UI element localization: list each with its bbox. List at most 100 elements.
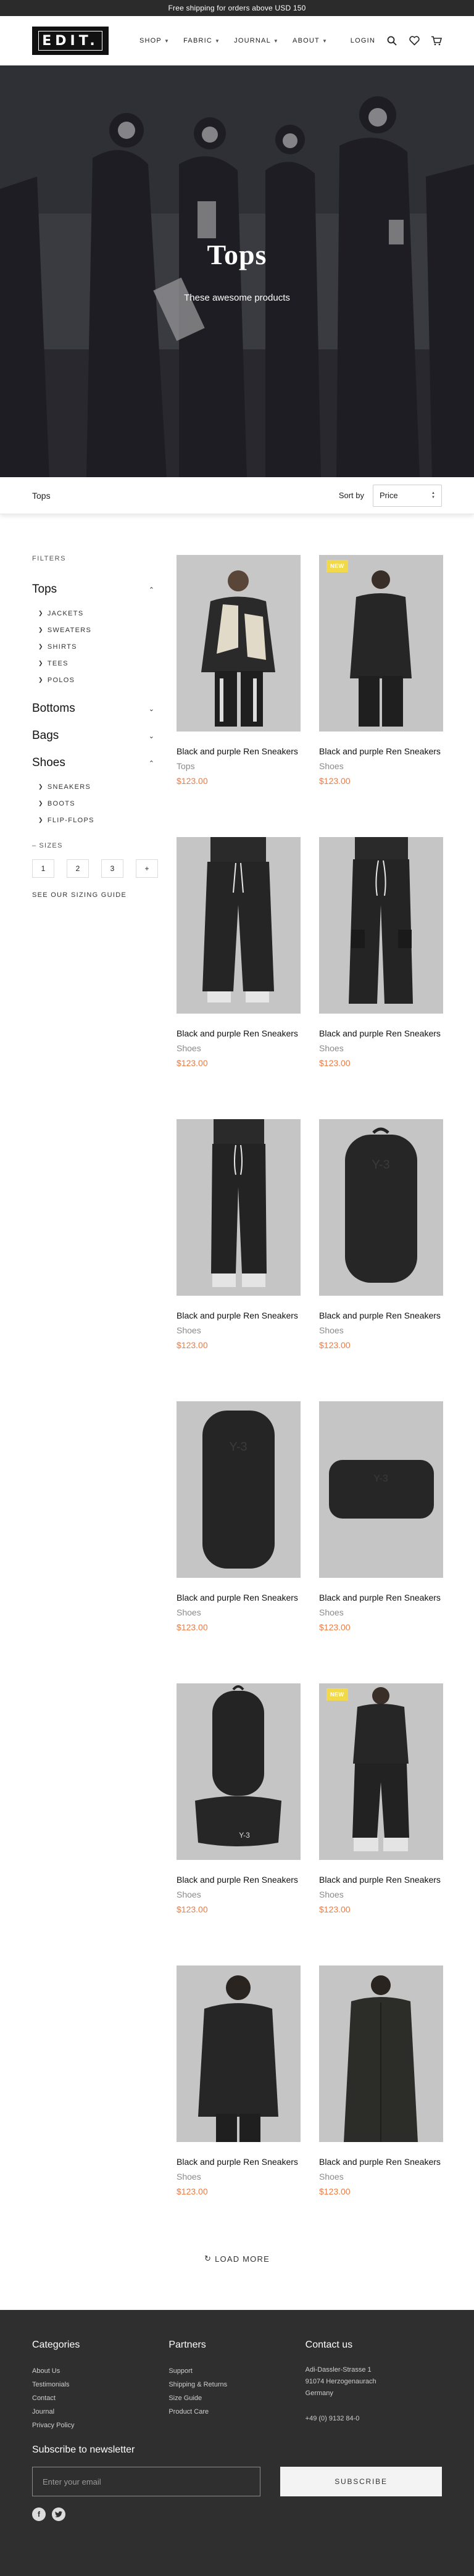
category-toggle[interactable]: Bottoms ⌄ [32,702,154,715]
footer-link[interactable]: Product Care [168,2405,305,2419]
chevron-right-icon: ❯ [38,660,44,666]
sizes-toggle[interactable]: – SIZES [32,842,173,849]
product-name[interactable]: Black and purple Ren Sneakers [177,1590,301,1605]
load-more-label: LOAD MORE [215,2254,270,2264]
product-name[interactable]: Black and purple Ren Sneakers [319,744,443,759]
category-toggle[interactable]: Bags ⌄ [32,729,154,743]
footer-link[interactable]: Support [168,2364,305,2378]
subcategory-jackets[interactable]: ❯ JACKETS [32,605,173,622]
track-pants-model-image [319,1683,443,1860]
address-line: Germany [305,2390,333,2397]
site-header: EDIT. SHOP ▼ FABRIC ▼ JOURNAL ▼ ABOUT ▼ LOGI… [0,16,474,65]
subcategory-boots[interactable]: ❯ BOOTS [32,795,173,812]
category-toggle[interactable]: Tops ⌃ [32,583,154,596]
sort-select[interactable]: Price ▲ ▼ [373,484,442,507]
product-name[interactable]: Black and purple Ren Sneakers [319,2154,443,2169]
login-link[interactable]: LOGIN [351,37,375,44]
product-name[interactable]: Black and purple Ren Sneakers [177,1308,301,1323]
size-option[interactable]: 2 [67,859,89,878]
product-name[interactable]: Black and purple Ren Sneakers [319,1308,443,1323]
address-line: 91074 Herzogenaurach [305,2378,376,2385]
backpack-image: Y-3 [319,1119,443,1296]
product-card: Black and purple Ren Sneakers Tops $123.… [177,555,301,837]
product-image[interactable] [177,1119,301,1296]
sizes-label: SIZES [39,842,63,849]
minus-icon: – [32,842,37,849]
subcategory-sneakers[interactable]: ❯ SNEAKERS [32,778,173,795]
subscribe-button[interactable]: SUBSCRIBE [280,2467,442,2496]
footer-link[interactable]: Shipping & Returns [168,2378,305,2391]
product-image[interactable]: NEW [319,1683,443,1860]
email-input[interactable] [32,2467,260,2496]
footer-link[interactable]: Testimonials [32,2378,168,2391]
site-footer: Categories About Us Testimonials Contact… [0,2310,474,2576]
product-name[interactable]: Black and purple Ren Sneakers [177,1026,301,1041]
product-card: Black and purple Ren Sneakers Shoes $123… [177,1119,301,1401]
subcategory-list: ❯ JACKETS ❯ SWEATERS ❯ SHIRTS ❯ TEES ❯ POLOS [32,605,173,688]
subcategory-sweaters[interactable]: ❯ SWEATERS [32,622,173,638]
footer-link[interactable]: About Us [32,2364,168,2378]
heart-icon[interactable] [409,35,420,46]
product-image[interactable]: Y-3 [319,1119,443,1296]
chevron-down-icon: ▼ [322,38,328,44]
nav-shop[interactable]: SHOP ▼ [139,37,170,44]
backpack-tall-image: Y-3 [177,1401,301,1578]
logo[interactable]: EDIT. [32,27,109,55]
facebook-icon[interactable]: f [32,2507,46,2521]
sort-control: Sort by Price ▲ ▼ [339,484,442,507]
product-image[interactable]: Y-3 [177,1401,301,1578]
product-name[interactable]: Black and purple Ren Sneakers [319,1026,443,1041]
footer-link[interactable]: Privacy Policy [32,2419,168,2432]
category-tops: Tops ⌃ ❯ JACKETS ❯ SWEATERS ❯ SHIRTS ❯ TEES … [32,583,173,688]
product-price: $123.00 [319,1340,351,1350]
subcategory-tees[interactable]: ❯ TEES [32,655,173,672]
product-name[interactable]: Black and purple Ren Sneakers [177,1872,301,1887]
product-image[interactable]: NEW [319,555,443,732]
newsletter-form: SUBSCRIBE [32,2467,442,2496]
load-more-button[interactable]: ↻ LOAD MORE [0,2254,474,2264]
nav-journal[interactable]: JOURNAL ▼ [234,37,279,44]
footer-link[interactable]: Size Guide [168,2391,305,2405]
product-image[interactable]: Y-3 [319,1401,443,1578]
product-grid: Black and purple Ren Sneakers Tops $123.… [177,555,443,2248]
size-option[interactable]: 1 [32,859,54,878]
size-option[interactable]: + [136,859,158,878]
subcategory-flip-flops[interactable]: ❯ FLIP-FLOPS [32,812,173,828]
twitter-icon[interactable] [52,2507,65,2521]
footer-link[interactable]: Contact [32,2391,168,2405]
category-shoes: Shoes ⌃ ❯ SNEAKERS ❯ BOOTS ❯ FLIP-FLOPS [32,756,173,828]
product-price: $123.00 [319,776,351,786]
product-name[interactable]: Black and purple Ren Sneakers [319,1590,443,1605]
subcategory-polos[interactable]: ❯ POLOS [32,672,173,688]
chevron-right-icon: ❯ [38,643,44,649]
product-price: $123.00 [319,2186,351,2196]
category-toggle[interactable]: Shoes ⌃ [32,756,154,770]
product-image[interactable]: Y-3 [177,1683,301,1860]
size-option[interactable]: 3 [101,859,123,878]
nav-fabric[interactable]: FABRIC ▼ [183,37,220,44]
search-icon[interactable] [386,35,397,46]
product-image[interactable] [177,1965,301,2142]
logo-text: EDIT. [38,31,102,51]
subcategory-shirts[interactable]: ❯ SHIRTS [32,638,173,655]
nav-about[interactable]: ABOUT ▼ [293,37,328,44]
sizing-guide-link[interactable]: SEE OUR SIZING GUIDE [32,891,127,899]
product-name[interactable]: Black and purple Ren Sneakers [177,2154,301,2169]
size-options: 1 2 3 + [32,859,173,878]
category-name: Shoes [32,756,65,769]
cart-icon[interactable] [431,35,442,46]
product-image[interactable] [319,837,443,1014]
phone-number: +49 (0) 9132 84-0 [305,2415,360,2422]
breadcrumb[interactable]: Tops [32,491,51,501]
product-name[interactable]: Black and purple Ren Sneakers [177,744,301,759]
product-name[interactable]: Black and purple Ren Sneakers [319,1872,443,1887]
product-image[interactable] [319,1965,443,2142]
subcategory-list: ❯ SNEAKERS ❯ BOOTS ❯ FLIP-FLOPS [32,778,173,828]
product-category: Shoes [177,1890,201,1899]
product-image[interactable] [177,555,301,732]
footer-link[interactable]: Journal [32,2405,168,2419]
subcategory-label: SWEATERS [47,626,92,634]
subcategory-label: FLIP-FLOPS [47,816,94,824]
product-price: $123.00 [177,1058,208,1068]
product-image[interactable] [177,837,301,1014]
